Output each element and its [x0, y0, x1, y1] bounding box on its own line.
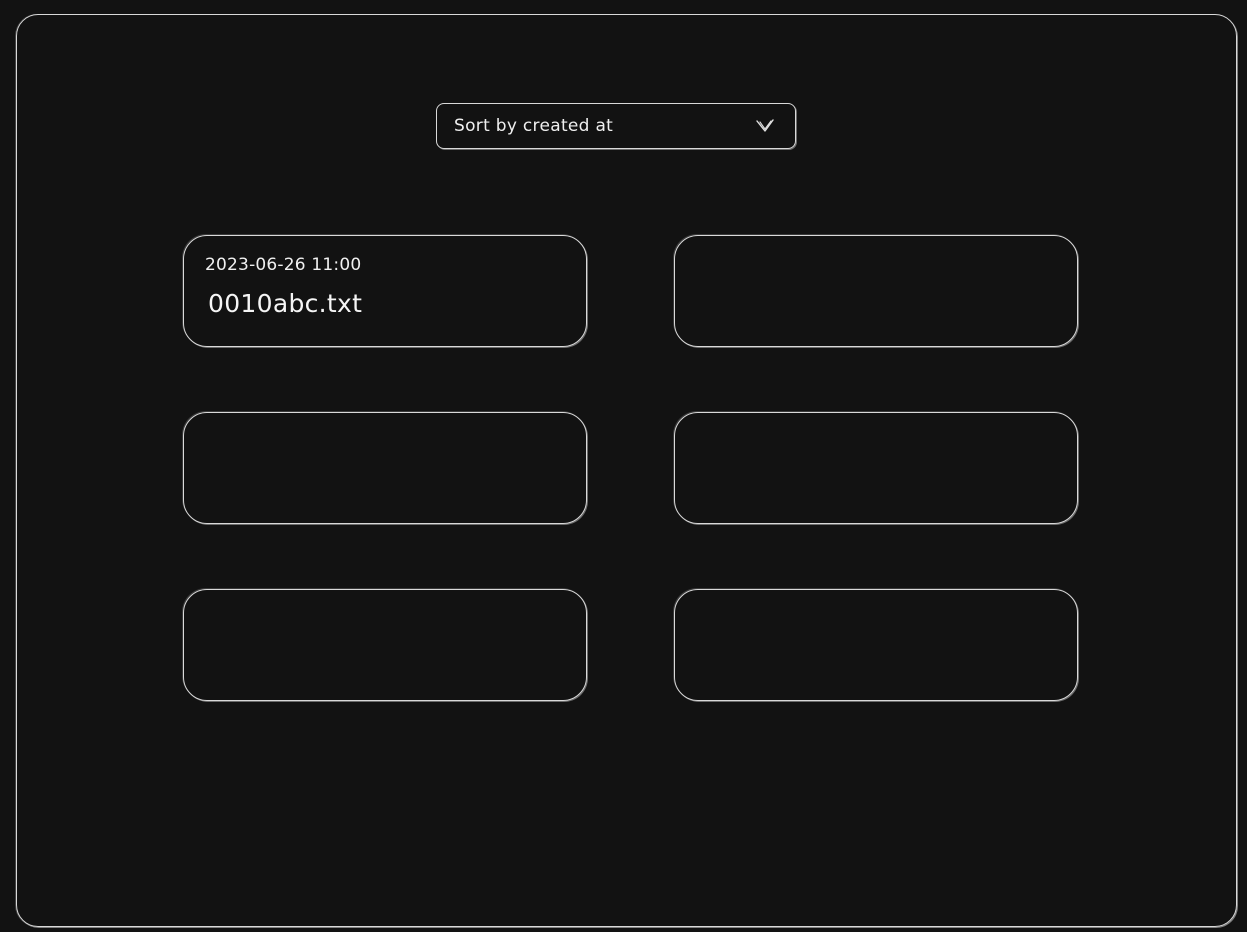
- file-name: 0010abc.txt: [208, 289, 363, 318]
- file-card[interactable]: [183, 412, 587, 524]
- sort-dropdown-label: Sort by created at: [454, 116, 614, 136]
- file-card[interactable]: [674, 589, 1078, 701]
- chevron-down-icon: [755, 118, 775, 134]
- file-card[interactable]: 2023-06-26 11:00 0010abc.txt: [183, 235, 587, 347]
- file-card[interactable]: [183, 589, 587, 701]
- file-created-date: 2023-06-26 11:00: [205, 255, 362, 275]
- file-card[interactable]: [674, 235, 1078, 347]
- file-card[interactable]: [674, 412, 1078, 524]
- sort-dropdown[interactable]: Sort by created at: [436, 103, 796, 149]
